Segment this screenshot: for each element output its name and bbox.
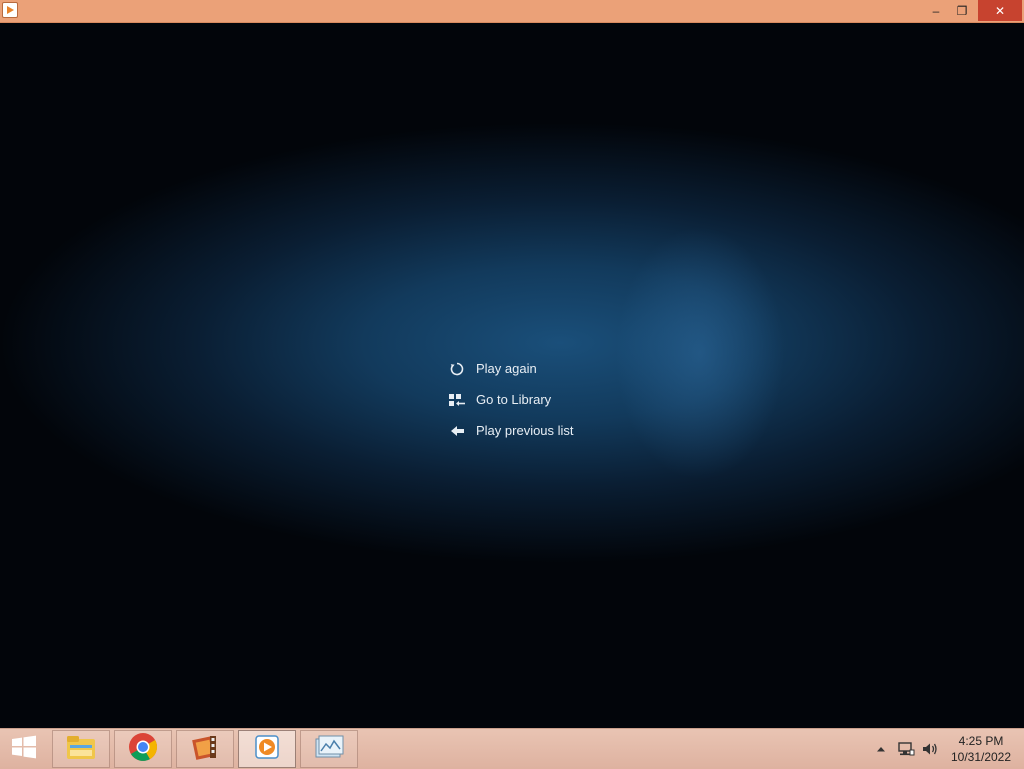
start-button[interactable]	[2, 730, 46, 768]
taskbar: 4:25 PM 10/31/2022	[0, 728, 1024, 769]
film-icon	[190, 732, 220, 767]
taskbar-photo-gallery[interactable]	[300, 730, 358, 768]
clock[interactable]: 4:25 PM 10/31/2022	[946, 733, 1016, 765]
volume-icon[interactable]	[920, 729, 940, 769]
play-previous-list-button[interactable]: Play previous list	[448, 415, 574, 446]
close-button[interactable]: ✕	[978, 0, 1022, 21]
taskbar-file-explorer[interactable]	[52, 730, 110, 768]
show-hidden-icons-icon[interactable]	[874, 729, 888, 769]
windows-logo-icon	[11, 735, 37, 764]
minimize-button[interactable]: –	[922, 0, 950, 21]
replay-icon	[448, 360, 466, 378]
play-again-button[interactable]: Play again	[448, 353, 574, 384]
go-to-library-button[interactable]: Go to Library	[448, 384, 574, 415]
back-arrow-icon	[448, 422, 466, 440]
go-to-library-label: Go to Library	[476, 392, 552, 407]
play-previous-list-label: Play previous list	[476, 423, 574, 438]
media-player-icon	[253, 733, 281, 766]
chrome-icon	[127, 731, 159, 768]
taskbar-movie-maker[interactable]	[176, 730, 234, 768]
clock-time: 4:25 PM	[958, 734, 1004, 748]
clock-date: 10/31/2022	[950, 750, 1012, 764]
end-of-playback-menu: Play again Go to Library Play previous l…	[448, 353, 574, 446]
photo-gallery-icon	[313, 733, 345, 766]
title-bar: – ❐ ✕	[0, 0, 1024, 23]
play-again-label: Play again	[476, 361, 537, 376]
maximize-button[interactable]: ❐	[948, 0, 976, 21]
player-stage: Play again Go to Library Play previous l…	[0, 23, 1024, 728]
media-player-icon[interactable]	[2, 2, 18, 18]
library-icon	[448, 391, 466, 409]
taskbar-media-player[interactable]	[238, 730, 296, 768]
folder-icon	[65, 733, 97, 766]
network-icon[interactable]	[896, 729, 916, 769]
taskbar-chrome[interactable]	[114, 730, 172, 768]
